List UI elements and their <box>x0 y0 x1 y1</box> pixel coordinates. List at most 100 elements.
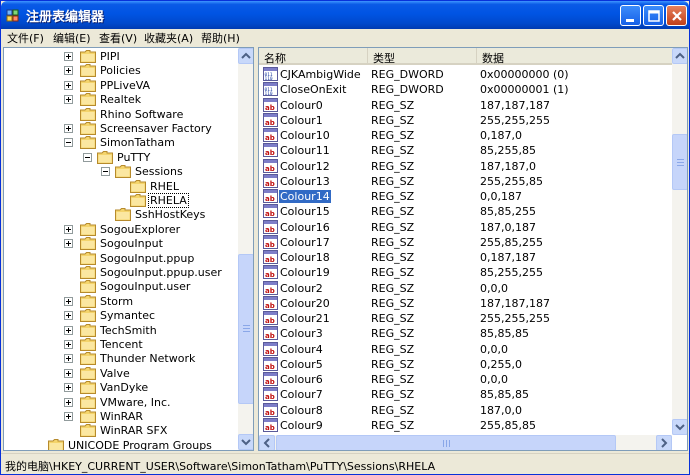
list-scroll-thumb[interactable] <box>672 134 687 190</box>
list-row[interactable]: ab Colour0 REG_SZ 187,187,187 <box>259 97 672 113</box>
string-icon: ab <box>263 295 278 310</box>
list-scroll-down-button[interactable] <box>672 419 687 435</box>
value-type: REG_SZ <box>371 296 415 310</box>
value-name: Colour7 <box>280 388 323 402</box>
expand-plus-icon[interactable] <box>64 354 73 364</box>
menu-favorites[interactable]: 收藏夹(A) <box>144 30 193 46</box>
expand-plus-icon[interactable] <box>64 95 73 105</box>
tree-scroll-up-button[interactable] <box>238 48 253 64</box>
list-row[interactable]: ab Colour11 REG_SZ 85,255,85 <box>259 143 672 158</box>
folder-icon <box>80 78 96 92</box>
list-row[interactable]: ab Colour16 REG_SZ 187,0,187 <box>259 219 672 235</box>
list-row[interactable]: ab Colour4 REG_SZ 0,0,0 <box>259 341 672 357</box>
list-row[interactable]: ab Colour3 REG_SZ 85,85,85 <box>259 326 672 341</box>
expand-plus-icon[interactable] <box>64 325 73 335</box>
list-row[interactable]: ab Colour13 REG_SZ 255,255,85 <box>259 173 672 189</box>
list-scroll-right-button[interactable] <box>656 435 672 450</box>
menu-view[interactable]: 查看(V) <box>99 30 137 46</box>
tree-item-label: VMware, Inc. <box>100 395 171 409</box>
svg-text:ab: ab <box>265 119 275 127</box>
expand-plus-icon[interactable] <box>64 66 73 76</box>
list-header: 名称 类型 数据 <box>259 48 672 65</box>
list-hscroll-thumb[interactable] <box>276 435 616 450</box>
string-icon: ab <box>263 311 278 325</box>
list-row[interactable]: ab Colour5 REG_SZ 0,255,0 <box>259 356 672 372</box>
expand-plus-icon[interactable] <box>64 397 73 407</box>
list-row[interactable]: ab Colour20 REG_SZ 187,187,187 <box>259 295 672 311</box>
value-name: Colour13 <box>280 174 330 188</box>
list-row[interactable]: ab Colour15 REG_SZ 85,85,255 <box>259 204 672 219</box>
value-type: REG_SZ <box>371 174 415 188</box>
value-type: REG_SZ <box>371 342 415 356</box>
value-name: Colour20 <box>280 296 330 310</box>
svg-text:ab: ab <box>265 256 275 264</box>
tree-scroll-thumb[interactable] <box>238 254 253 404</box>
value-type: REG_SZ <box>371 235 415 249</box>
value-data: 187,187,0 <box>480 159 536 173</box>
list-row[interactable]: ab Colour21 REG_SZ 255,255,255 <box>259 311 672 326</box>
expand-plus-icon[interactable] <box>64 80 73 90</box>
value-type: REG_SZ <box>371 129 415 142</box>
expand-plus-icon[interactable] <box>64 368 73 378</box>
string-icon: ab <box>263 341 278 356</box>
tree-vertical-scrollbar[interactable] <box>238 48 253 450</box>
menu-file[interactable]: 文件(F) <box>7 30 44 46</box>
list-vertical-scrollbar[interactable] <box>672 48 687 435</box>
title-bar[interactable]: 注册表编辑器 <box>1 1 689 29</box>
key-tree-pane[interactable]: PIPI Policies PPLiveVA Realtek Rhino Softwar… <box>3 47 254 451</box>
folder-icon <box>80 424 96 438</box>
list-row[interactable]: 011 110 CJKAmbigWide REG_DWORD 0x00000000 (0… <box>259 67 672 82</box>
collapse-minus-icon[interactable] <box>101 167 110 177</box>
list-scroll-left-button[interactable] <box>259 435 275 450</box>
expand-plus-icon[interactable] <box>64 311 73 321</box>
collapse-minus-icon[interactable] <box>83 152 92 162</box>
folder-icon <box>80 107 96 121</box>
expand-plus-icon[interactable] <box>64 412 73 421</box>
maximize-button[interactable] <box>643 5 664 26</box>
list-row[interactable]: ab Colour9 REG_SZ 255,85,85 <box>259 417 672 433</box>
minimize-button[interactable] <box>620 5 641 26</box>
value-name: Colour18 <box>280 251 330 264</box>
expand-plus-icon[interactable] <box>64 340 73 349</box>
list-row[interactable]: ab Colour18 REG_SZ 0,187,187 <box>259 250 672 265</box>
list-row[interactable]: ab Colour19 REG_SZ 85,255,255 <box>259 265 672 280</box>
expand-plus-icon[interactable] <box>64 52 73 61</box>
status-bar: 我的电脑\HKEY_CURRENT_USER\Software\SimonTat… <box>1 453 689 474</box>
list-row[interactable]: ab Colour6 REG_SZ 0,0,0 <box>259 372 672 387</box>
list-row[interactable]: ab Colour8 REG_SZ 187,0,0 <box>259 402 672 418</box>
list-row[interactable]: ab Colour12 REG_SZ 187,187,0 <box>259 158 672 174</box>
expand-plus-icon[interactable] <box>64 383 73 393</box>
collapse-minus-icon[interactable] <box>64 138 73 148</box>
column-data-header[interactable]: 数据 <box>477 48 672 65</box>
column-type-header[interactable]: 类型 <box>368 48 477 65</box>
list-horizontal-scrollbar[interactable] <box>259 435 672 450</box>
menu-help[interactable]: 帮助(H) <box>201 30 240 46</box>
list-row[interactable]: ab Colour17 REG_SZ 255,85,255 <box>259 234 672 250</box>
value-data: 255,255,85 <box>480 174 543 188</box>
list-scroll-up-button[interactable] <box>672 48 687 64</box>
folder-icon <box>80 294 96 308</box>
list-row[interactable]: ab Colour14 REG_SZ 0,0,187 <box>259 189 672 204</box>
list-row[interactable]: ab Colour1 REG_SZ 255,255,255 <box>259 112 672 128</box>
arrow-left-icon <box>263 438 270 448</box>
expand-plus-icon[interactable] <box>64 239 73 249</box>
arrow-up-icon <box>241 52 251 59</box>
value-name: Colour9 <box>280 418 323 432</box>
string-icon: ab <box>263 234 278 249</box>
list-row[interactable]: 011 110 CloseOnExit REG_DWORD 0x00000001 (1) <box>259 82 672 97</box>
expand-plus-icon[interactable] <box>64 296 73 306</box>
column-name-header[interactable]: 名称 <box>259 48 368 65</box>
close-button[interactable] <box>666 5 687 26</box>
values-list-pane[interactable]: 名称 类型 数据 011 110 CJKAmbigWide REG_DWORD 0x00… <box>258 47 688 451</box>
value-name: Colour15 <box>280 205 330 219</box>
svg-text:ab: ab <box>265 149 275 157</box>
list-row[interactable]: ab Colour2 REG_SZ 0,0,0 <box>259 280 672 296</box>
value-data: 85,85,85 <box>480 327 529 341</box>
menu-bar: 文件(F) 编辑(E) 查看(V) 收藏夹(A) 帮助(H) <box>1 29 689 46</box>
menu-edit[interactable]: 编辑(E) <box>53 30 91 46</box>
list-row[interactable]: ab Colour10 REG_SZ 0,187,0 <box>259 128 672 143</box>
tree-scroll-down-button[interactable] <box>238 434 253 450</box>
expand-plus-icon[interactable] <box>64 224 73 234</box>
expand-plus-icon[interactable] <box>64 124 73 133</box>
list-row[interactable]: ab Colour7 REG_SZ 85,85,85 <box>259 387 672 402</box>
